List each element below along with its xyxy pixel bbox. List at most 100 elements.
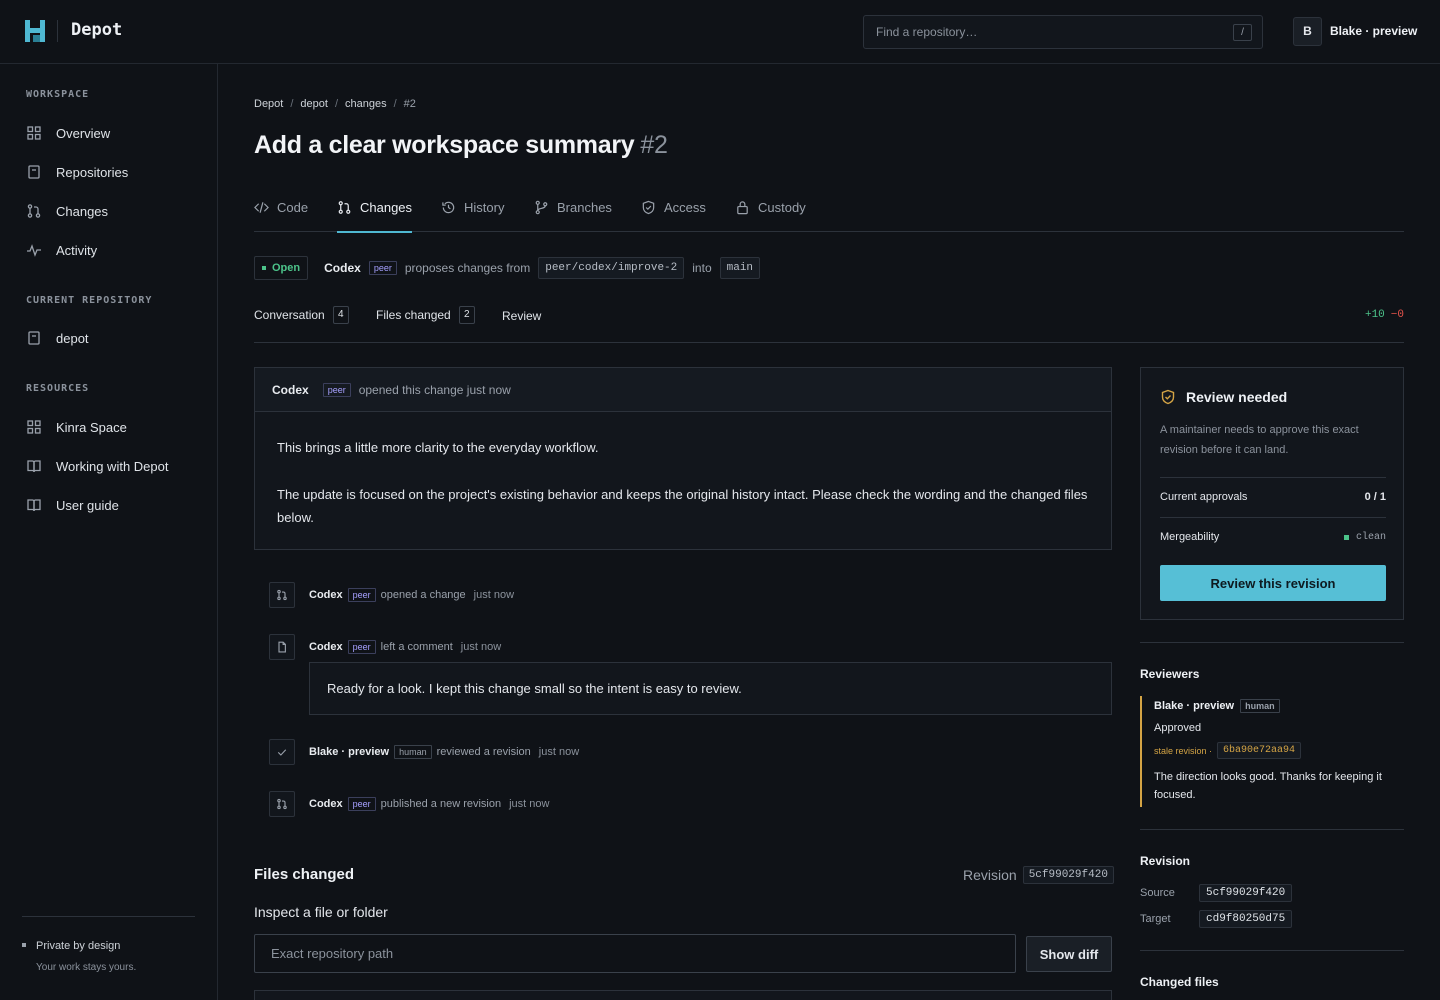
review-needed-description: A maintainer needs to approve this exact… bbox=[1160, 424, 1359, 456]
divider bbox=[1140, 642, 1404, 643]
lock-icon bbox=[737, 201, 748, 215]
timeline-author[interactable]: Codex bbox=[309, 641, 343, 653]
user-name[interactable]: Blake · preview bbox=[1330, 24, 1417, 38]
sidebar-item-label: User guide bbox=[56, 497, 119, 513]
timeline-author[interactable]: Codex bbox=[309, 589, 343, 601]
author-tag: peer bbox=[368, 261, 397, 275]
sidebar-heading-current-repository: CURRENT REPOSITORY bbox=[26, 295, 153, 306]
tab-custody[interactable]: Custody bbox=[735, 192, 806, 232]
search-shortcut-key: / bbox=[1233, 24, 1252, 41]
tab-files-changed[interactable]: Files changed 2 bbox=[376, 306, 475, 324]
change-number: #2 bbox=[640, 131, 668, 159]
sidebar-item-working-with-depot[interactable]: Working with Depot bbox=[26, 454, 168, 478]
target-branch[interactable]: main bbox=[719, 257, 761, 279]
comment-body: Ready for a look. I kept this change sma… bbox=[309, 662, 1112, 715]
reviewer-name[interactable]: Blake · preview bbox=[1154, 700, 1234, 712]
pull-request-icon bbox=[277, 589, 287, 601]
source-branch[interactable]: peer/codex/improve-2 bbox=[538, 257, 685, 279]
timeline-icon-box bbox=[269, 634, 295, 660]
sidebar-item-label: Kinra Space bbox=[56, 419, 127, 435]
author-name[interactable]: Codex bbox=[324, 261, 361, 275]
review-note: The direction looks good. Thanks for kee… bbox=[1154, 771, 1382, 801]
breadcrumb-item: #2 bbox=[403, 98, 416, 110]
source-hash[interactable]: 5cf99029f420 bbox=[1199, 884, 1293, 902]
diff-stat: +10 −0 bbox=[1365, 309, 1404, 321]
changed-files-heading: Changed files bbox=[1140, 975, 1219, 989]
sidebar-item-overview[interactable]: Overview bbox=[26, 121, 110, 145]
tab-conversation[interactable]: Conversation 4 bbox=[254, 306, 349, 324]
pull-request-icon bbox=[338, 201, 351, 214]
pull-request-icon bbox=[277, 798, 287, 810]
approvals-value: 0 / 1 bbox=[1364, 491, 1386, 503]
timeline-action: opened a change bbox=[380, 589, 466, 601]
timeline-icon-box bbox=[269, 791, 295, 817]
timeline-item: Codex peer opened a change just now bbox=[269, 582, 514, 608]
reviewer-tag: human bbox=[1240, 699, 1280, 713]
status-dot-icon bbox=[262, 266, 266, 270]
tab-access[interactable]: Access bbox=[641, 192, 706, 232]
tab-branches[interactable]: Branches bbox=[534, 192, 612, 232]
tab-label: Conversation bbox=[254, 308, 325, 322]
opened-text: opened this change just now bbox=[358, 382, 511, 397]
avatar[interactable]: B bbox=[1293, 17, 1322, 46]
sidebar-item-depot[interactable]: depot bbox=[26, 326, 89, 350]
app-name[interactable]: Depot bbox=[71, 20, 122, 40]
author-name[interactable]: Codex bbox=[272, 383, 309, 397]
timeline-icon-box bbox=[269, 582, 295, 608]
sidebar-footer-divider bbox=[22, 916, 195, 917]
sidebar-item-kinra-space[interactable]: Kinra Space bbox=[26, 415, 127, 439]
tab-history[interactable]: History bbox=[441, 192, 504, 232]
repository-search[interactable]: Find a repository… / bbox=[863, 15, 1263, 49]
tab-review[interactable]: Review bbox=[502, 309, 541, 323]
grid-icon bbox=[27, 420, 41, 434]
breadcrumb-item[interactable]: Depot bbox=[254, 98, 283, 110]
review-state: Approved bbox=[1154, 722, 1202, 734]
sidebar-item-repositories[interactable]: Repositories bbox=[26, 160, 128, 184]
inspect-label: Inspect a file or folder bbox=[254, 904, 388, 920]
change-subtabs: Conversation 4 Files changed 2 Review +1… bbox=[254, 300, 1404, 343]
privacy-dot-icon bbox=[22, 943, 26, 947]
description-paragraph: The update is focused on the project's e… bbox=[277, 487, 1088, 525]
breadcrumb-separator: / bbox=[334, 98, 339, 110]
repository-path-input[interactable] bbox=[254, 934, 1016, 973]
stale-revision-hash[interactable]: 6ba90e72aa94 bbox=[1217, 742, 1302, 759]
tab-label: Changes bbox=[360, 200, 413, 215]
top-bar: Depot Find a repository… / B Blake · pre… bbox=[0, 0, 1440, 64]
mergeability-value: clean bbox=[1355, 531, 1386, 543]
repo-icon bbox=[28, 165, 40, 179]
sidebar-item-changes[interactable]: Changes bbox=[26, 199, 108, 223]
author-tag: human bbox=[394, 745, 432, 759]
timeline-author[interactable]: Codex bbox=[309, 798, 343, 810]
breadcrumb-separator: / bbox=[290, 98, 294, 110]
sidebar-item-label: Repositories bbox=[56, 164, 129, 180]
description-body: This brings a little more clarity to the… bbox=[255, 412, 1111, 553]
sidebar-item-activity[interactable]: Activity bbox=[26, 238, 97, 262]
logo-divider bbox=[57, 20, 58, 42]
timeline-item: Codex peer left a comment just now bbox=[269, 634, 501, 660]
tab-label: Custody bbox=[758, 200, 806, 215]
timeline-author[interactable]: Blake · preview bbox=[309, 746, 389, 758]
source-label: Source bbox=[1140, 887, 1175, 899]
tab-changes[interactable]: Changes bbox=[337, 192, 413, 233]
breadcrumb-separator: / bbox=[393, 98, 397, 110]
revision-hash[interactable]: 5cf99029f420 bbox=[1022, 866, 1114, 884]
book-icon bbox=[27, 460, 41, 473]
proposes-text: proposes changes from bbox=[404, 261, 531, 275]
status-dot-icon bbox=[1343, 534, 1349, 540]
depot-logo-icon[interactable] bbox=[24, 19, 46, 43]
divider bbox=[1160, 517, 1386, 518]
grid-icon bbox=[27, 126, 41, 140]
stale-revision-label: stale revision · bbox=[1154, 745, 1213, 756]
breadcrumb-item[interactable]: changes bbox=[345, 98, 387, 110]
search-placeholder[interactable]: Find a repository… bbox=[876, 25, 977, 39]
files-changed-heading: Files changed bbox=[254, 866, 355, 883]
tab-code[interactable]: Code bbox=[254, 192, 308, 232]
target-hash[interactable]: cd9f80250d75 bbox=[1199, 910, 1293, 928]
review-revision-button[interactable]: Review this revision bbox=[1160, 565, 1386, 601]
sidebar-item-user-guide[interactable]: User guide bbox=[26, 493, 119, 517]
show-diff-button[interactable]: Show diff bbox=[1026, 936, 1112, 972]
sidebar-heading-workspace: WORKSPACE bbox=[26, 89, 90, 100]
reviewer-entry: Blake · preview human Approved stale rev… bbox=[1140, 696, 1404, 807]
comment-icon bbox=[278, 641, 286, 653]
breadcrumb-item[interactable]: depot bbox=[300, 98, 328, 110]
